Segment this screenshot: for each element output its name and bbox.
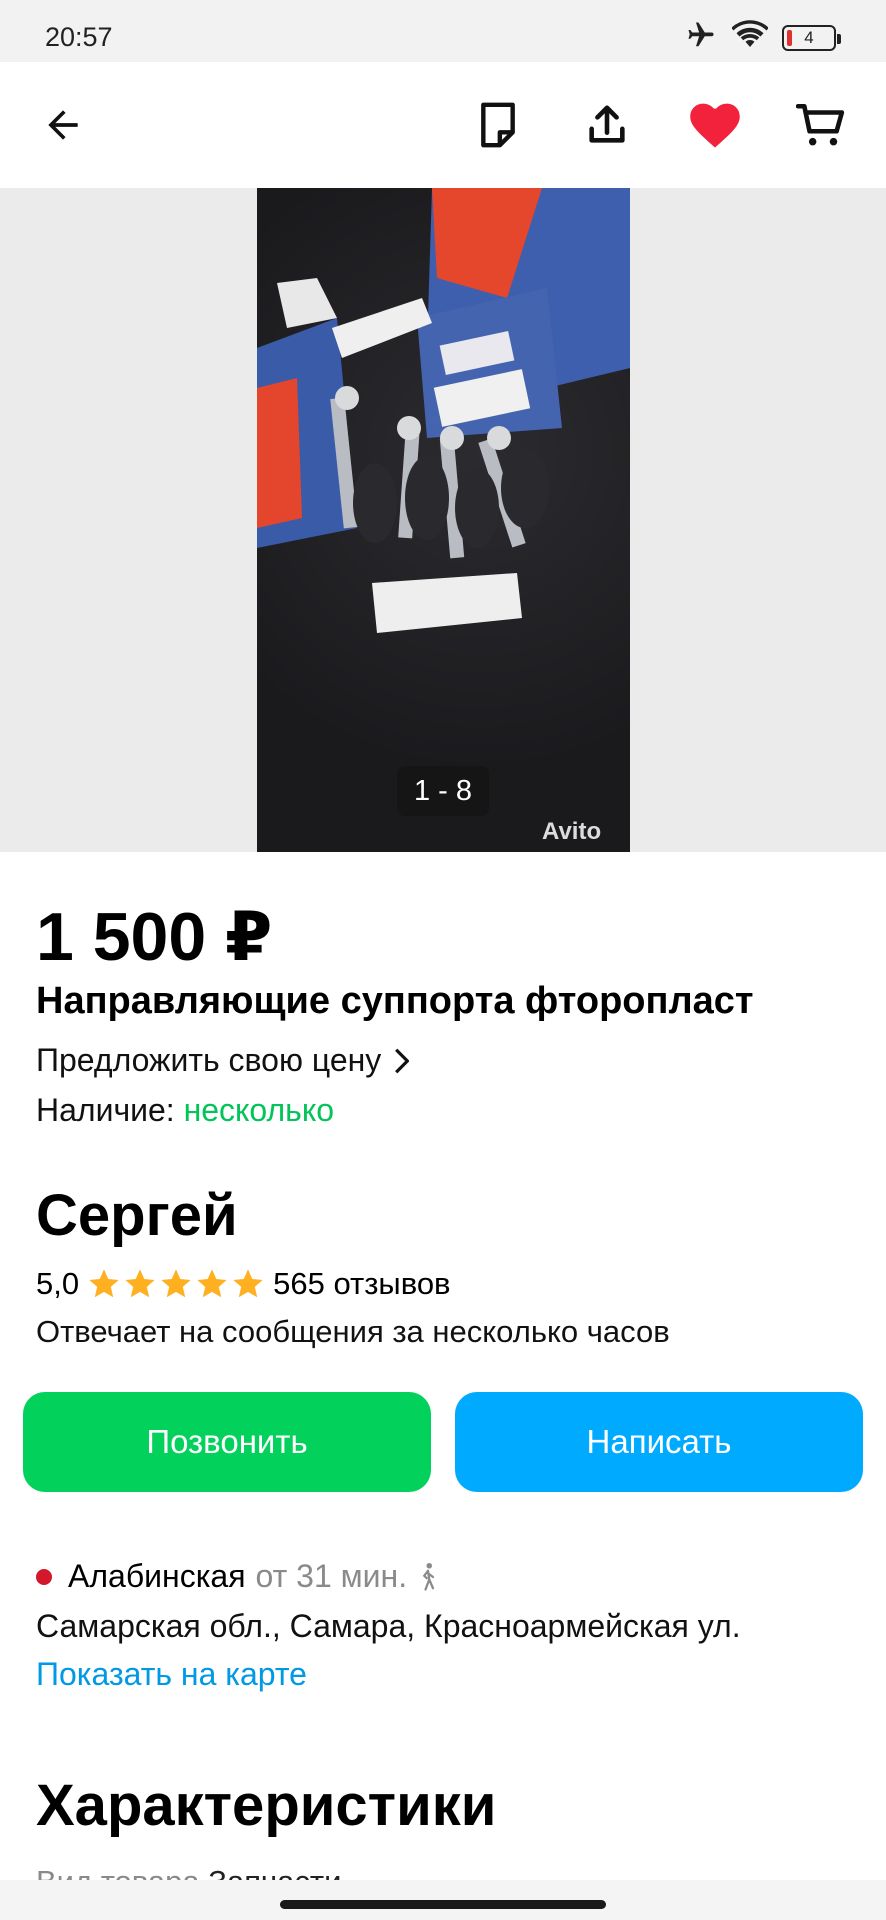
- write-button[interactable]: Написать: [455, 1392, 863, 1492]
- price: 1 500 ₽: [36, 899, 273, 975]
- top-toolbar: [0, 62, 886, 188]
- battery-icon: 4: [782, 24, 841, 51]
- star-icon: [161, 1269, 191, 1298]
- offer-price-label: Предложить свою цену: [36, 1042, 382, 1078]
- back-arrow-icon: [48, 110, 78, 140]
- show-on-map-link[interactable]: Показать на карте: [36, 1656, 307, 1693]
- rating-value: 5,0: [36, 1266, 80, 1301]
- metro-station: Алабинская от 31 мин.: [36, 1558, 439, 1595]
- chevron-right-icon: [395, 1048, 410, 1073]
- photo-gallery[interactable]: 1 - 8 Avito: [0, 188, 886, 852]
- call-button[interactable]: Позвонить: [23, 1392, 431, 1492]
- metro-name: Алабинская: [68, 1558, 246, 1594]
- address: Самарская обл., Самара, Красноармейская …: [36, 1608, 741, 1644]
- availability-label: Наличие:: [36, 1092, 175, 1128]
- cart-icon: [796, 103, 845, 146]
- call-button-label: Позвонить: [146, 1423, 308, 1460]
- product-photo-illustration: [257, 188, 630, 633]
- note-icon: [481, 102, 515, 148]
- battery-level: 4: [804, 27, 814, 47]
- product-photo[interactable]: [257, 188, 630, 852]
- specs-title: Характеристики: [36, 1773, 497, 1838]
- metro-time: от 31 мин.: [255, 1558, 408, 1594]
- rating-stars: [87, 1268, 265, 1300]
- wifi-icon: [731, 20, 769, 55]
- availability-value: несколько: [183, 1092, 334, 1128]
- seller-rating[interactable]: 5,0 565 отзывов: [36, 1266, 451, 1302]
- metro-line-dot: [36, 1568, 52, 1585]
- share-button[interactable]: [572, 90, 642, 160]
- battery-low-fill: [787, 29, 792, 46]
- star-icon: [197, 1269, 227, 1298]
- availability: Наличие: несколько: [36, 1092, 334, 1129]
- heart-icon: [690, 103, 740, 148]
- status-bar: 20:57 4: [0, 0, 886, 62]
- avito-watermark: Avito: [542, 818, 602, 845]
- share-icon: [589, 105, 625, 143]
- note-button[interactable]: [463, 90, 533, 160]
- walking-icon: [422, 1562, 435, 1591]
- seller-name[interactable]: Сергей: [36, 1182, 238, 1249]
- star-icon: [89, 1269, 119, 1298]
- star-icon: [125, 1269, 155, 1298]
- reviews-count: 565 отзывов: [273, 1266, 451, 1301]
- cart-button[interactable]: [786, 90, 856, 160]
- back-button[interactable]: [28, 90, 98, 160]
- airplane-icon: [684, 20, 718, 55]
- favorite-button[interactable]: [680, 90, 750, 160]
- photo-counter: 1 - 8: [397, 766, 489, 816]
- response-time: Отвечает на сообщения за несколько часов: [36, 1314, 670, 1349]
- listing-title: Направляющие суппорта фторопласт: [36, 980, 754, 1022]
- write-button-label: Написать: [586, 1423, 732, 1460]
- offer-price-link[interactable]: Предложить свою цену: [36, 1042, 410, 1079]
- status-time: 20:57: [45, 22, 113, 52]
- home-indicator[interactable]: [280, 1900, 606, 1909]
- star-icon: [233, 1269, 263, 1298]
- status-icons: 4: [684, 20, 841, 55]
